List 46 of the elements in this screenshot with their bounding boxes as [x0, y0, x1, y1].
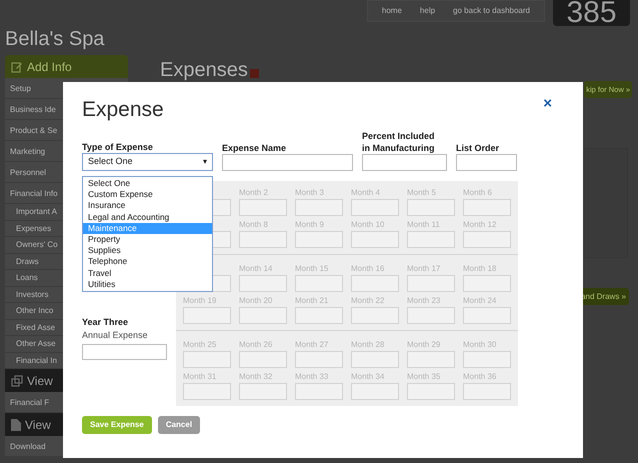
sidebar-section-title: View — [25, 416, 51, 434]
month-label: Month 31 — [183, 370, 218, 382]
month-label: Month 19 — [183, 294, 218, 306]
month-label: Month 15 — [295, 262, 330, 274]
year-heading: Year Three — [82, 316, 130, 328]
month-label: Month 24 — [463, 294, 498, 306]
annual-expense-label: Annual Expense — [82, 329, 149, 342]
counter-badge: 385 — [553, 0, 630, 26]
month-label: Month 28 — [351, 338, 386, 350]
month-label: Month 16 — [351, 262, 386, 274]
month-label: Month 36 — [463, 370, 498, 382]
month-label: Month 35 — [407, 370, 442, 382]
month-label: Month 33 — [295, 370, 330, 382]
month-label: Month 20 — [239, 294, 274, 306]
month-label: Month 10 — [351, 218, 386, 230]
month-label: Month 18 — [463, 262, 498, 274]
month-label: Month 6 — [463, 186, 493, 198]
dialog-title: Expense — [82, 97, 164, 123]
month-label: Month 32 — [239, 370, 274, 382]
month-label: Month 9 — [295, 218, 325, 230]
month-label: Month 26 — [239, 338, 274, 350]
month-label: Month 23 — [407, 294, 442, 306]
field-label: Percent Included in Manufacturing — [362, 130, 436, 154]
sidebar-section-title: Add Info — [27, 58, 72, 76]
month-label: Month 34 — [351, 370, 386, 382]
month-label: Month 11 — [407, 218, 441, 230]
month-label: Month 21 — [295, 294, 330, 306]
month-label: Month 29 — [407, 338, 442, 350]
month-label: Month 8 — [239, 218, 269, 230]
month-label: Month 5 — [407, 186, 437, 198]
page-heading: Expenses — [160, 58, 248, 83]
month-label: Month 14 — [239, 262, 274, 274]
sidebar-section-title: View — [27, 372, 53, 390]
month-label: Month 25 — [183, 338, 218, 350]
caret-icon: ▾ — [203, 156, 207, 168]
month-label: Month 30 — [463, 338, 498, 350]
field-label: Type of Expense — [82, 140, 154, 152]
month-label: Month 22 — [351, 294, 386, 306]
site-title: Bella's Spa — [5, 28, 106, 50]
month-label: Month 12 — [463, 218, 498, 230]
month-label: Month 17 — [407, 262, 442, 274]
field-label: List Order — [456, 142, 500, 154]
month-label: Month 27 — [295, 338, 330, 350]
month-label: Month 2 — [239, 186, 269, 198]
month-label: Month 3 — [295, 186, 325, 198]
field-label: Expense Name — [222, 142, 288, 154]
